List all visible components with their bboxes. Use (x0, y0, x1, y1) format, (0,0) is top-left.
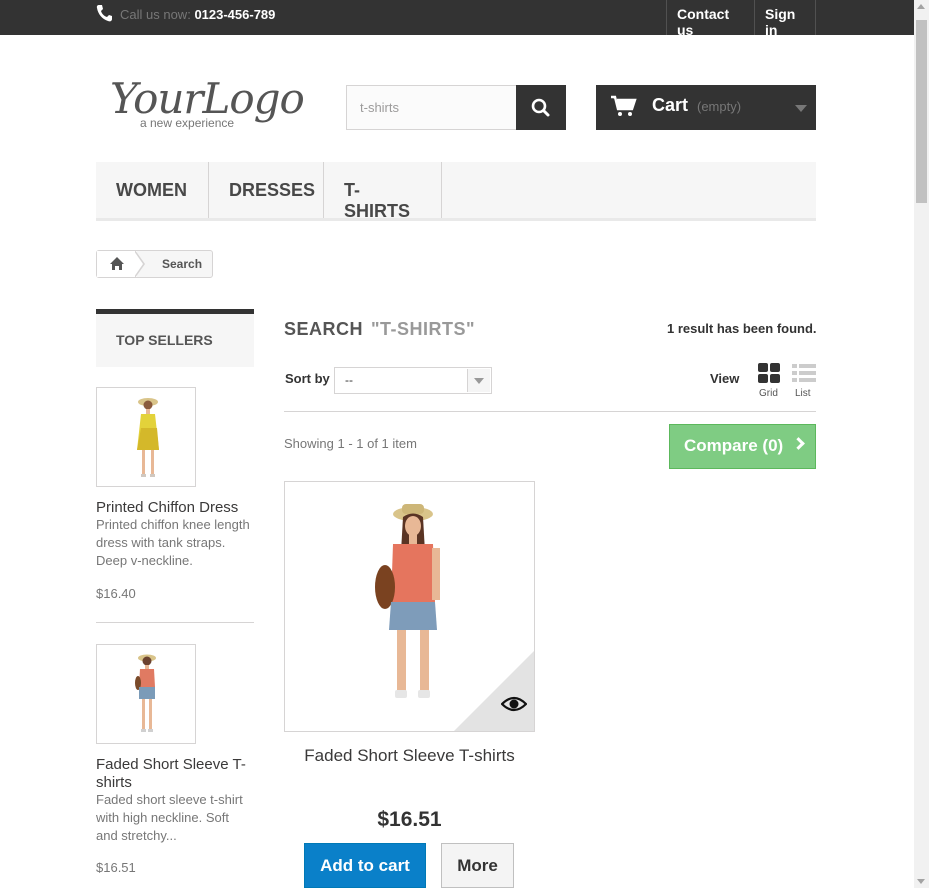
chevron-down-icon (795, 105, 807, 112)
top-sellers-heading[interactable]: TOP SELLERS (96, 309, 254, 367)
sort-select-value: -- (345, 373, 353, 387)
product-name[interactable]: Faded Short Sleeve T-shirts (284, 746, 535, 766)
menu-item-dresses[interactable]: DRESSES (209, 162, 324, 218)
top-seller-name-2[interactable]: Faded Short Sleeve T-shirts (96, 756, 254, 792)
showing-count: Showing 1 - 1 of 1 item (284, 436, 417, 451)
scroll-down-icon[interactable] (917, 879, 925, 884)
cart-button[interactable]: Cart (empty) (596, 85, 816, 130)
main-menu: WOMEN DRESSES T-SHIRTS (96, 162, 816, 221)
chevron-down-icon (467, 369, 490, 392)
top-seller-thumb-1[interactable] (96, 387, 196, 487)
search-form (346, 85, 566, 130)
breadcrumb: Search (96, 250, 213, 278)
top-seller-name-1[interactable]: Printed Chiffon Dress (96, 499, 254, 517)
product-image[interactable] (284, 481, 535, 732)
divider (96, 622, 254, 623)
call-us-text: Call us now: 0123-456-789 (120, 7, 275, 22)
top-seller-desc-2: Faded short sleeve t-shirt with high nec… (96, 792, 243, 843)
logo-tagline: a new experience (140, 116, 235, 130)
chevron-right-icon (792, 437, 805, 450)
view-label: View (710, 371, 740, 386)
shopping-cart-icon (611, 95, 637, 116)
search-query: "T-SHIRTS" (371, 319, 476, 339)
breadcrumb-home[interactable] (97, 251, 137, 277)
compare-button[interactable]: Compare (0) (669, 424, 816, 469)
product-photo (135, 654, 156, 732)
menu-item-tshirts[interactable]: T-SHIRTS (324, 162, 442, 221)
site-logo[interactable]: YourLogo a new experience (110, 74, 305, 134)
eye-icon[interactable] (501, 694, 527, 714)
product-photo (137, 398, 159, 477)
quick-view-corner[interactable] (454, 651, 534, 731)
top-seller-desc-1: Printed chiffon knee length dress with t… (96, 517, 250, 568)
breadcrumb-current: Search (162, 257, 203, 271)
product-price: $16.51 (377, 808, 442, 831)
logo-brand: YourLogo (110, 74, 305, 123)
cart-label: Cart (652, 95, 689, 115)
top-seller-price-1: $16.40 (96, 586, 136, 601)
compare-label: Compare (0) (684, 436, 784, 455)
list-view-icon[interactable] (792, 363, 816, 385)
sign-in-link[interactable]: Sign in (754, 0, 816, 38)
home-icon (110, 257, 124, 270)
phone-icon (96, 5, 112, 22)
contact-us-link[interactable]: Contact us (666, 0, 754, 38)
scrollbar-thumb[interactable] (916, 20, 927, 203)
search-icon (531, 98, 550, 117)
scroll-up-icon[interactable] (917, 4, 925, 9)
call-us-label: Call us now: (120, 7, 191, 22)
page-title: SEARCH "T-SHIRTS" (284, 319, 475, 340)
menu-item-women[interactable]: WOMEN (96, 162, 209, 218)
top-bar: Call us now: 0123-456-789 Contact us Sig… (0, 0, 914, 38)
more-button[interactable]: More (441, 843, 514, 888)
add-to-cart-button[interactable]: Add to cart (304, 843, 426, 888)
sort-by-label: Sort by (285, 371, 330, 386)
phone-number: 0123-456-789 (194, 7, 276, 22)
divider (284, 411, 816, 412)
grid-view-label[interactable]: Grid (759, 388, 778, 399)
page-scrollbar[interactable] (914, 0, 929, 888)
top-seller-thumb-2[interactable] (96, 644, 196, 744)
breadcrumb-separator-inner (134, 251, 143, 277)
grid-view-icon[interactable] (757, 363, 781, 385)
search-button[interactable] (516, 85, 566, 130)
search-heading: SEARCH (284, 319, 364, 339)
search-input[interactable] (346, 85, 517, 130)
result-count: 1 result has been found. (667, 321, 817, 336)
sort-select[interactable]: -- (334, 367, 492, 394)
list-view-label[interactable]: List (795, 388, 811, 399)
top-seller-price-2: $16.51 (96, 860, 136, 875)
cart-status: (empty) (697, 99, 742, 114)
